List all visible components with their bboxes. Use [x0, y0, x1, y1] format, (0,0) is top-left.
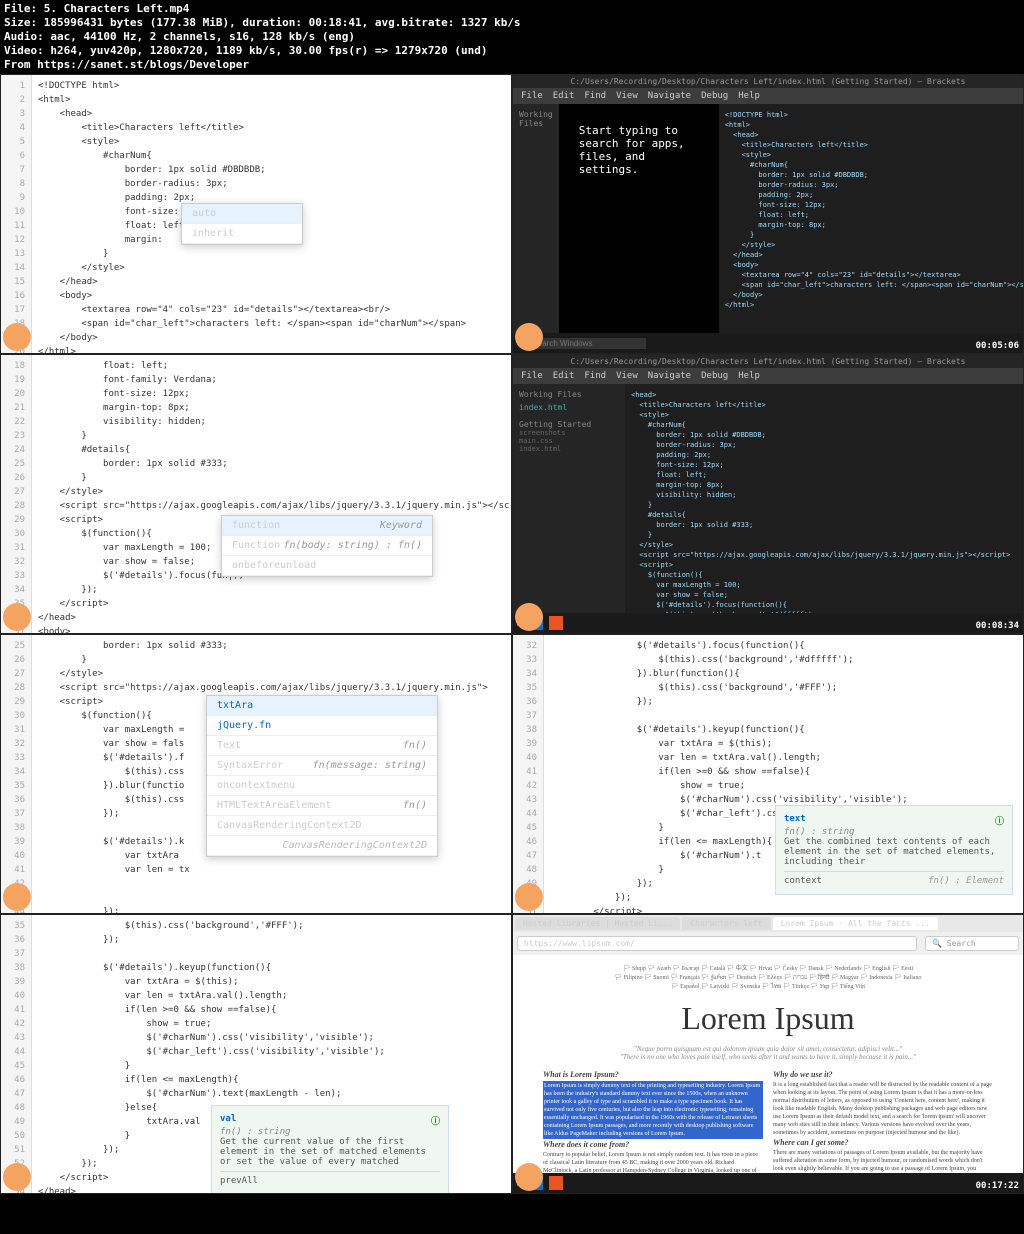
tab-1[interactable]: Hosted Libraries | Hosted Li...: [515, 917, 680, 930]
timestamp: 00:01:18: [464, 341, 507, 351]
col3-text: Contrary to popular belief, Lorem Ipsum …: [543, 1151, 763, 1175]
col1-text-selected: Lorem Ipsum is simply dummy text of the …: [543, 1081, 763, 1139]
line-gutter: 2526272829303132333435363738394041424344…: [1, 635, 32, 914]
menubar[interactable]: FileEditFindViewNavigateDebugHelp: [513, 368, 1023, 384]
option-auto[interactable]: auto: [182, 204, 302, 224]
avatar: [3, 323, 31, 351]
taskbar[interactable]: ⊞: [513, 613, 1023, 633]
page-content: 🏳 Shqip 🏳 Azərb 🏳 Българ 🏳 Català 🏳 中文 🏳…: [513, 955, 1023, 1193]
col4-text: There are many variations of passages of…: [773, 1149, 993, 1173]
avatar: [515, 603, 543, 631]
frame-2: C:/Users/Recording/Desktop/Characters Le…: [512, 74, 1024, 354]
info-icon: ⓘ: [431, 1114, 440, 1127]
frame-8: Hosted Libraries | Hosted Li... Characte…: [512, 914, 1024, 1194]
line-gutter: 3536373839404142434445464748495051525354…: [1, 915, 32, 1194]
page-title: Lorem Ipsum: [543, 1000, 993, 1037]
code-area[interactable]: <head> <title>Characters left</title> <s…: [625, 384, 1023, 634]
opt-oncontextmenu[interactable]: oncontextmenu: [217, 780, 295, 791]
frame-1: 1234567891011121314151617181920 <!DOCTYP…: [0, 74, 512, 354]
opt-function-fn[interactable]: Function: [232, 540, 280, 551]
working-files-label: Working Files: [519, 110, 553, 128]
col2-heading: Why do we use it?: [773, 1071, 993, 1079]
sidebar[interactable]: Working Files index.html Getting Started…: [513, 384, 625, 634]
search-input[interactable]: [528, 338, 646, 349]
opt-jqueryfn[interactable]: jQuery.fn: [217, 720, 271, 731]
avatar: [3, 1163, 31, 1191]
subtitle-2: "There is no one who loves pain itself, …: [543, 1053, 993, 1061]
window-title: C:/Users/Recording/Desktop/Characters Le…: [513, 75, 1023, 88]
timestamp: 00:10:22: [464, 901, 507, 911]
thumbnail-grid: 1234567891011121314151617181920 <!DOCTYP…: [0, 74, 1024, 1194]
col3-heading: Where does it come from?: [543, 1141, 763, 1149]
avatar: [515, 1163, 543, 1191]
opt-txtara[interactable]: txtAra: [217, 700, 253, 711]
frame-5: 2526272829303132333435363738394041424344…: [0, 634, 512, 914]
frame-3: 1819202122232425262728293031323334353637…: [0, 354, 512, 634]
autocomplete-popup[interactable]: txtAra jQuery.fn Textfn() SyntaxErrorfn(…: [206, 695, 438, 857]
code-area[interactable]: float: left; font-family: Verdana; font-…: [32, 355, 511, 634]
avatar: [3, 603, 31, 631]
url-bar[interactable]: https://www.lipsum.com/: [517, 936, 917, 951]
subtitle-1: "Neque porro quisquam est qui dolorem ip…: [543, 1045, 993, 1053]
avatar: [515, 883, 543, 911]
autocomplete-popup[interactable]: functionKeyword Functionfn(body: string)…: [221, 515, 433, 577]
avatar: [515, 323, 543, 351]
opt-syntaxerror[interactable]: SyntaxError: [217, 760, 283, 771]
menubar[interactable]: FileEditFindViewNavigateDebugHelp: [513, 88, 1023, 104]
col4-heading: Where can I get some?: [773, 1139, 993, 1147]
search-box[interactable]: 🔍 Search: [925, 936, 1019, 951]
avatar: [3, 883, 31, 911]
col2-text: It is a long established fact that a rea…: [773, 1081, 993, 1137]
window-title: C:/Users/Recording/Desktop/Characters Le…: [513, 355, 1023, 368]
frame-7: 3536373839404142434445464748495051525354…: [0, 914, 512, 1194]
tab-2[interactable]: Characters left: [682, 917, 770, 930]
doc-tooltip: valⓘ fn() : string Get the current value…: [211, 1105, 449, 1194]
opt-onbeforeunload[interactable]: onbeforeunload: [232, 560, 316, 571]
timestamp: 00:17:22: [976, 1181, 1019, 1191]
timestamp: 00:08:34: [976, 621, 1019, 631]
line-gutter: 3233343536373839404142434445464748495051…: [513, 635, 544, 914]
sidebar[interactable]: Working Files: [513, 104, 559, 353]
file-info-header: File: 5. Characters Left.mp4 Size: 18599…: [0, 0, 1024, 74]
opt-htmltextarea[interactable]: HTMLTextAreaElement: [217, 800, 331, 811]
search-hint: Start typing to search for apps, files, …: [579, 124, 699, 176]
language-flags[interactable]: 🏳 Shqip 🏳 Azərb 🏳 Българ 🏳 Català 🏳 中文 🏳…: [543, 965, 993, 992]
taskbar[interactable]: ⊞: [513, 333, 1023, 353]
timestamp: 00:14:46: [464, 1181, 507, 1191]
line-gutter: 1819202122232425262728293031323334353637…: [1, 355, 32, 634]
timestamp: 00:07:02: [464, 621, 507, 631]
autocomplete-popup[interactable]: auto inherit: [181, 203, 303, 245]
frame-4: C:/Users/Recording/Desktop/Characters Le…: [512, 354, 1024, 634]
doc-tooltip: textⓘ fn() : string Get the combined tex…: [775, 805, 1013, 895]
taskbar[interactable]: ⊞: [513, 1173, 1023, 1193]
timestamp: 00:05:06: [976, 341, 1019, 351]
windows-search[interactable]: Start typing to search for apps, files, …: [559, 104, 719, 353]
frame-6: 3233343536373839404142434445464748495051…: [512, 634, 1024, 914]
opt-function-kw[interactable]: function: [232, 520, 280, 531]
option-inherit[interactable]: inherit: [182, 224, 302, 244]
opt-canvas2d[interactable]: CanvasRenderingContext2D: [217, 820, 362, 831]
tip-title: text: [784, 814, 806, 827]
info-icon: ⓘ: [995, 814, 1004, 827]
col1-heading: What is Lorem Ipsum?: [543, 1071, 763, 1079]
timestamp: 00:13:18: [976, 901, 1019, 911]
tip-title: val: [220, 1114, 236, 1127]
code-minimap: <!DOCTYPE html> <html> <head> <title>Cha…: [719, 104, 1024, 353]
line-gutter: 1234567891011121314151617181920: [1, 75, 32, 353]
browser-tabs[interactable]: Hosted Libraries | Hosted Li... Characte…: [513, 915, 1023, 932]
opt-text[interactable]: Text: [217, 740, 241, 751]
tab-3-active[interactable]: Lorem Ipsum - All the facts ...: [773, 917, 938, 930]
